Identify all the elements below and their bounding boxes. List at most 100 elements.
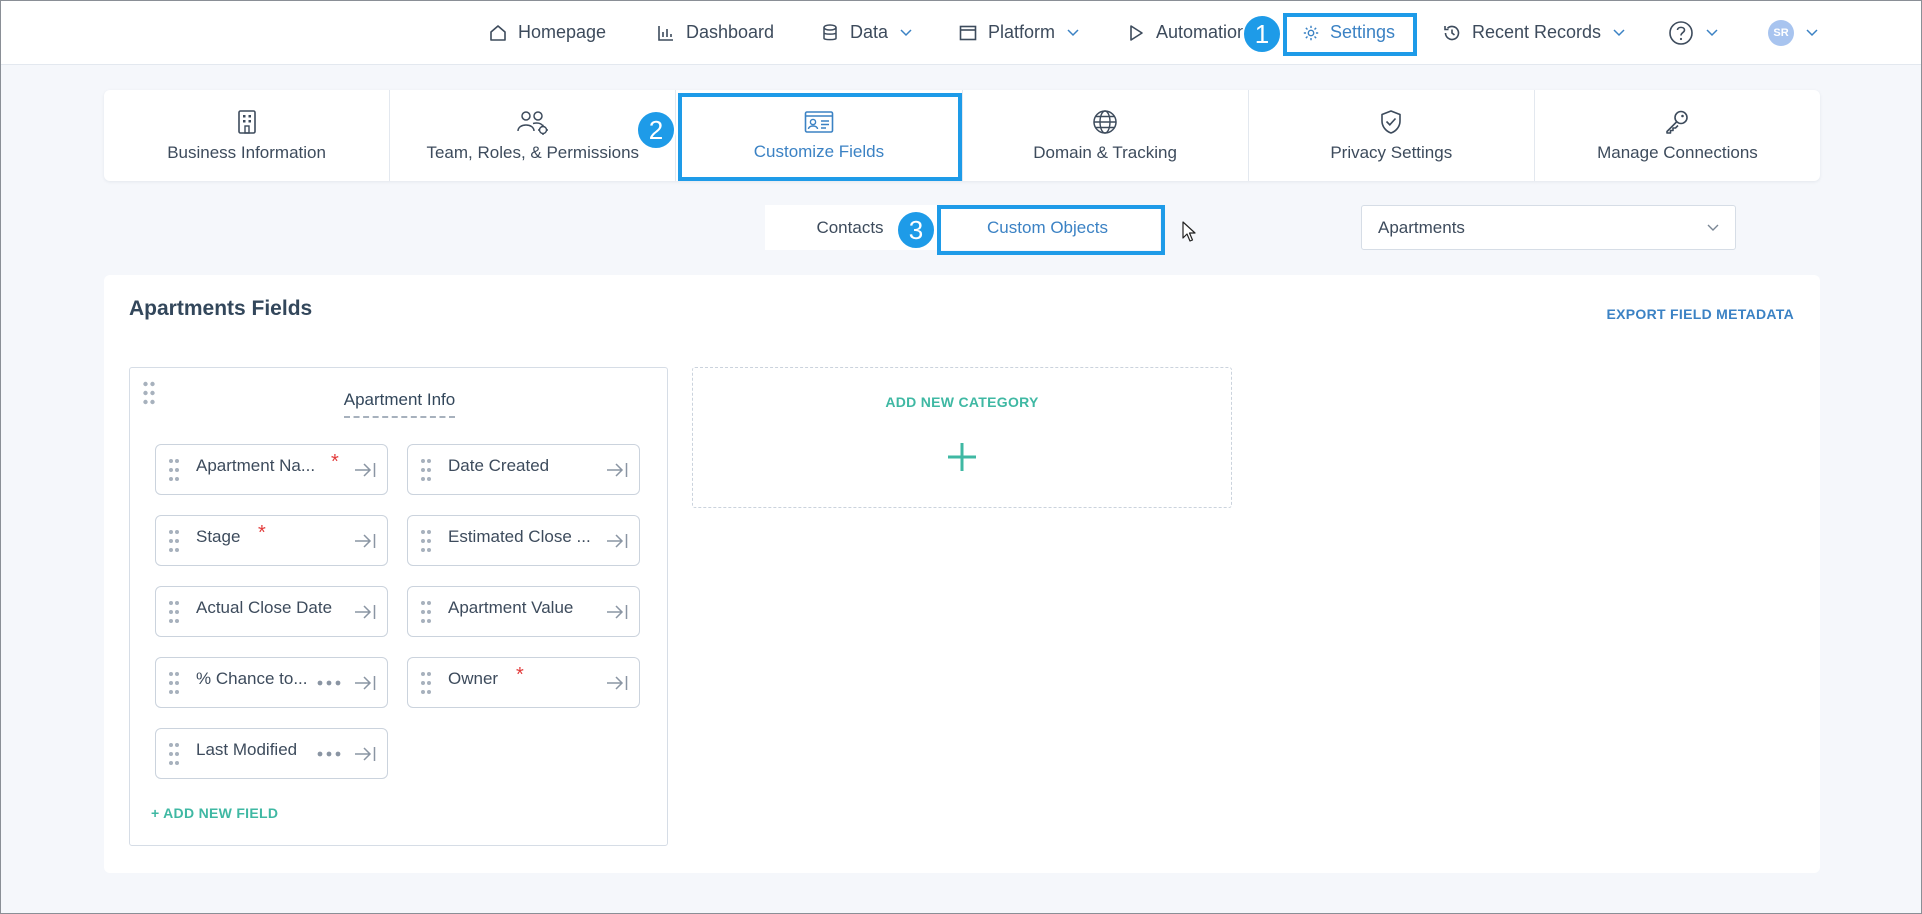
drag-handle-icon [169,672,179,694]
chevron-down-icon [1707,224,1719,231]
field-name: Apartment Na... [196,456,316,475]
nav-dashboard-label: Dashboard [686,22,775,42]
add-new-category-button[interactable]: ADD NEW CATEGORY [692,367,1232,508]
database-icon [823,23,837,40]
object-type-toggle: Contacts Custom Objects [765,205,1160,250]
settings-tabs: Business Information Team, Roles, & Perm… [104,90,1820,181]
home-icon [490,24,506,41]
tab-label: Team, Roles, & Permissions [426,142,640,162]
drag-handle-icon [421,601,431,623]
nav-recent-records-label: Recent Records [1472,22,1602,42]
required-asterisk: * [516,664,524,686]
nav-data-label: Data [850,22,889,42]
drag-handle-icon [169,743,179,765]
move-to-end-icon[interactable] [605,673,629,693]
field-date-created[interactable]: Date Created [407,444,640,495]
field-owner[interactable]: Owner * [407,657,640,708]
move-to-end-icon[interactable] [605,602,629,622]
nav-homepage[interactable]: Homepage [488,0,606,65]
drag-handle-icon [421,459,431,481]
export-field-metadata-link[interactable]: EXPORT FIELD METADATA [1606,306,1794,322]
field-name: Estimated Close ... [448,527,591,546]
user-menu[interactable]: SR [1768,0,1818,65]
move-to-end-icon[interactable] [605,531,629,551]
fields-card: Apartments Fields EXPORT FIELD METADATA … [104,275,1820,873]
tab-domain-tracking[interactable]: Domain & Tracking [963,90,1249,181]
avatar: SR [1768,19,1794,46]
shield-check-icon [1381,109,1402,134]
help-menu[interactable] [1668,0,1718,65]
tab-privacy-settings[interactable]: Privacy Settings [1249,90,1535,181]
nav-settings[interactable]: Settings [1302,0,1395,65]
nav-platform[interactable]: Platform [958,0,1079,65]
tab-label: Manage Connections [1597,142,1758,162]
move-to-end-icon[interactable] [353,673,377,693]
step-badge-1: 1 [1242,14,1282,54]
nav-dashboard[interactable]: Dashboard [656,0,774,65]
field-apartment-name[interactable]: Apartment Na... * [155,444,388,495]
field-stage[interactable]: Stage * [155,515,388,566]
plus-icon [948,443,976,471]
nav-recent-records[interactable]: Recent Records [1442,0,1625,65]
gear-icon [1303,25,1319,40]
help-icon [1669,20,1693,45]
object-select-value: Apartments [1378,217,1465,237]
toggle-custom-objects[interactable]: Custom Objects [935,205,1160,250]
nav-automation-label: Automation [1156,22,1248,42]
move-to-end-icon[interactable] [353,602,377,622]
chevron-down-icon [900,28,912,36]
field-name: % Chance to... [196,669,308,688]
nav-platform-label: Platform [988,22,1056,42]
object-select[interactable]: Apartments [1361,205,1736,250]
tab-customize-fields[interactable]: Customize Fields [676,90,963,181]
field-percent-chance[interactable]: % Chance to... [155,657,388,708]
move-to-end-icon[interactable] [353,744,377,764]
field-apartment-value[interactable]: Apartment Value [407,586,640,637]
nav-homepage-label: Homepage [518,22,607,42]
nav-automation[interactable]: Automation [1126,0,1247,65]
field-name: Last Modified [196,740,298,759]
history-icon [1444,25,1460,40]
nav-settings-label: Settings [1330,22,1396,42]
tab-business-information[interactable]: Business Information [104,90,391,181]
add-new-field-button[interactable]: + ADD NEW FIELD [151,805,278,821]
category-name[interactable]: Apartment Info [130,390,669,418]
nav-data[interactable]: Data [820,0,912,65]
globe-icon [1093,109,1117,134]
field-name: Owner [448,669,499,688]
field-name: Apartment Value [448,598,574,617]
building-icon [237,109,256,134]
move-to-end-icon[interactable] [353,460,377,480]
drag-handle-icon [169,530,179,552]
tab-manage-connections[interactable]: Manage Connections [1535,90,1820,181]
tab-label: Business Information [167,142,326,162]
drag-handle-icon [421,530,431,552]
field-actual-close-date[interactable]: Actual Close Date [155,586,388,637]
field-last-modified[interactable]: Last Modified [155,728,388,779]
more-options-icon[interactable] [317,751,341,757]
move-to-end-icon[interactable] [605,460,629,480]
tab-team-roles-permissions[interactable]: Team, Roles, & Permissions [390,90,677,181]
move-to-end-icon[interactable] [353,531,377,551]
required-asterisk: * [258,522,266,544]
mouse-cursor-icon [1182,221,1196,242]
tab-label: Privacy Settings [1330,142,1453,162]
field-name: Date Created [448,456,550,475]
page-title: Apartments Fields [129,297,313,320]
play-icon [1130,24,1143,41]
more-options-icon[interactable] [317,680,341,686]
window-icon [959,25,977,40]
field-estimated-close-date[interactable]: Estimated Close ... [407,515,640,566]
chevron-down-icon [1806,28,1818,36]
field-name: Actual Close Date [196,598,333,617]
chevron-down-icon [1067,28,1079,36]
step-badge-2: 2 [636,110,676,150]
drag-handle-icon [169,601,179,623]
tab-label: Domain & Tracking [1033,142,1177,162]
chevron-down-icon [1706,28,1718,36]
bar-chart-icon [658,25,673,41]
team-icon [517,110,548,135]
field-category: Apartment Info Apartment Na... * Date Cr… [129,367,668,846]
top-navigation: Homepage Dashboard Data Platform Automat… [0,0,1922,65]
key-icon [1666,110,1689,134]
